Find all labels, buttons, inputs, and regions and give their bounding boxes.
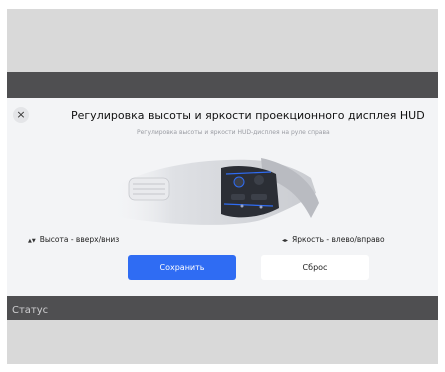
dialog-subtitle: Регулировка высоты и яркости HUD-дисплея… (137, 129, 330, 136)
reset-button[interactable]: Сброс (261, 255, 369, 280)
hud-adjust-dialog: × Регулировка высоты и яркости проекцион… (7, 98, 438, 296)
status-label: Статус (12, 305, 49, 316)
left-right-arrow-icon: ◂▸ (282, 237, 289, 244)
up-down-arrow-icon: ▲▼ (28, 238, 36, 244)
vent-graphic (128, 177, 170, 201)
close-icon[interactable]: × (13, 107, 29, 123)
height-control-label: ▲▼ Высота - вверх/вниз (28, 235, 120, 244)
dialog-title: Регулировка высоты и яркости проекционно… (71, 109, 425, 122)
brightness-control-label: ◂▸ Яркость - влево/вправо (282, 235, 385, 244)
save-button[interactable]: Сохранить (128, 255, 236, 280)
steering-button-panel (221, 166, 279, 218)
screen: Статус × Регулировка высоты и яркости пр… (7, 9, 438, 364)
steering-wheel-illustration (111, 158, 319, 225)
